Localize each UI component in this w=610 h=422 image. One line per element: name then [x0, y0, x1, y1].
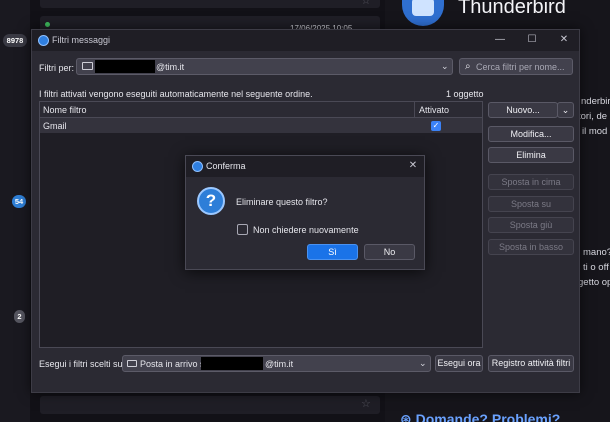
message-row[interactable] — [40, 0, 380, 8]
faq-heading: ⊛ Domande? Problemi? — [400, 411, 560, 422]
close-button[interactable]: ✕ — [405, 159, 421, 173]
question-icon: ? — [197, 187, 225, 215]
filters-for-label: Filtri per: — [39, 63, 75, 73]
move-down-button[interactable]: Sposta giù — [488, 217, 574, 233]
chevron-down-icon: ⌄ — [561, 105, 570, 115]
dialog-titlebar: Filtri messaggi — ☐ ✕ — [32, 30, 579, 51]
column-header-name[interactable]: Nome filtro — [43, 105, 87, 115]
folder-select[interactable]: Posta in arrivo su @tim.it ⌄ — [122, 355, 431, 372]
inbox-icon — [127, 360, 137, 367]
filters-description: I filtri attivati vengono eseguiti autom… — [39, 89, 313, 99]
move-up-button[interactable]: Sposta su — [488, 196, 574, 212]
account-select[interactable]: @tim.it ⌄ — [76, 58, 453, 75]
filter-count: 1 oggetto — [446, 89, 484, 99]
unread-count-badge: 54 — [12, 195, 26, 208]
search-placeholder: Cerca filtri per nome... — [476, 62, 565, 72]
confirm-title: Conferma — [206, 161, 246, 171]
filter-enabled-checkbox[interactable]: ✓ — [431, 121, 441, 131]
filter-list-header: Nome filtro Attivato — [40, 102, 482, 118]
start-page-text: getto op — [578, 277, 610, 288]
dialog-title: Filtri messaggi — [52, 35, 111, 45]
filter-row[interactable]: Gmail ✓ — [40, 118, 482, 133]
run-filters-label: Esegui i filtri scelti su: — [39, 359, 126, 369]
filter-log-button[interactable]: Registro attività filtri — [488, 355, 574, 372]
dont-ask-checkbox[interactable] — [237, 224, 248, 235]
filter-name: Gmail — [43, 121, 67, 131]
start-page-text: nderbir — [581, 96, 610, 107]
move-top-button[interactable]: Sposta in cima — [488, 174, 574, 190]
dont-ask-label[interactable]: Non chiedere nuovamente — [253, 225, 359, 235]
unread-count-badge: 8978 — [3, 34, 27, 47]
maximize-button[interactable]: ☐ — [524, 33, 540, 47]
message-row[interactable] — [40, 396, 380, 414]
start-page-text: tori, de — [578, 111, 608, 122]
thunderbird-icon — [38, 35, 49, 46]
delete-filter-button[interactable]: Elimina — [488, 147, 574, 163]
status-dot-icon — [45, 22, 50, 27]
start-page-text: il mod — [582, 126, 608, 137]
folder-prefix: Posta in arrivo su — [140, 359, 210, 369]
yes-button[interactable]: Sì — [307, 244, 358, 260]
confirm-dialog: Conferma ✕ ? Eliminare questo filtro? No… — [185, 155, 425, 270]
folder-pane-strip — [0, 0, 30, 422]
unread-count-badge: 2 — [14, 310, 25, 323]
help-icon: ⊛ — [400, 411, 416, 422]
filter-search-input[interactable]: ⌕ Cerca filtri per nome... — [459, 58, 573, 75]
chevron-down-icon: ⌄ — [419, 358, 427, 368]
redacted-email — [95, 60, 155, 73]
chevron-down-icon: ⌄ — [441, 61, 449, 71]
column-separator[interactable] — [414, 102, 415, 118]
account-domain: @tim.it — [156, 62, 185, 72]
start-page-text: mano? — [583, 247, 610, 258]
start-page-text: ti o off — [583, 262, 609, 273]
confirm-message: Eliminare questo filtro? — [236, 197, 328, 207]
thunderbird-icon — [192, 161, 203, 172]
confirm-titlebar: Conferma ✕ — [186, 156, 424, 177]
no-button[interactable]: No — [364, 244, 415, 260]
minimize-button[interactable]: — — [492, 33, 508, 47]
star-icon[interactable]: ☆ — [361, 397, 371, 410]
app-title: Thunderbird — [458, 0, 566, 18]
account-icon — [82, 62, 93, 70]
new-filter-button[interactable]: Nuovo... — [488, 102, 558, 118]
edit-filter-button[interactable]: Modifica... — [488, 126, 574, 142]
run-now-button[interactable]: Esegui ora — [435, 355, 483, 372]
folder-domain: @tim.it — [265, 359, 294, 369]
move-bottom-button[interactable]: Sposta in basso — [488, 239, 574, 255]
star-icon[interactable]: ☆ — [361, 0, 371, 7]
column-header-enabled[interactable]: Attivato — [419, 105, 449, 115]
new-filter-menu-button[interactable]: ⌄ — [557, 102, 574, 118]
close-button[interactable]: ✕ — [556, 33, 572, 47]
redacted-email — [201, 357, 263, 370]
search-icon: ⌕ — [465, 61, 471, 72]
